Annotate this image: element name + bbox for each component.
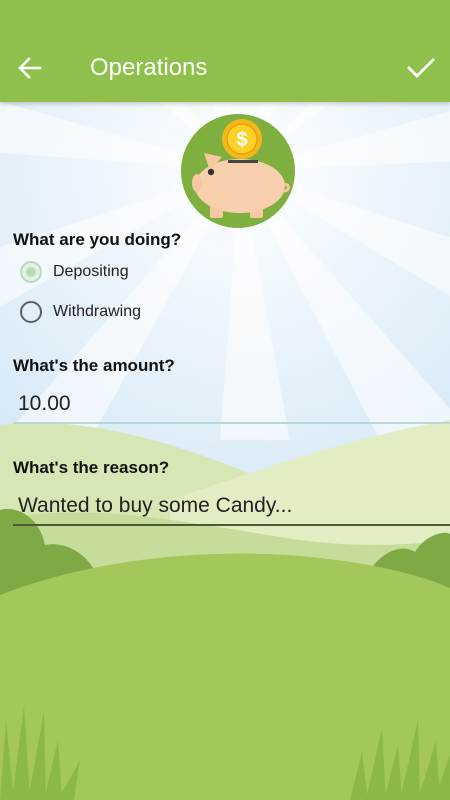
- amount-question: What's the amount?: [13, 356, 175, 375]
- app-bar: Operations: [0, 0, 450, 102]
- reason-input-underline: [13, 524, 450, 526]
- radio-checked-icon[interactable]: [20, 261, 42, 283]
- radio-depositing[interactable]: Depositing: [20, 259, 129, 285]
- piggy-bank-coin-icon: $: [181, 114, 295, 228]
- arrow-left-icon: [18, 57, 42, 79]
- check-icon: [407, 58, 435, 78]
- radio-withdrawing[interactable]: Withdrawing: [20, 299, 141, 325]
- radio-unchecked-icon[interactable]: [20, 301, 42, 323]
- confirm-button[interactable]: [404, 52, 438, 84]
- radio-label-depositing: Depositing: [53, 263, 129, 280]
- page-title: Operations: [90, 54, 208, 81]
- coin-symbol: $: [236, 129, 247, 151]
- operation-question: What are you doing?: [13, 230, 182, 249]
- reason-input[interactable]: [13, 486, 450, 526]
- back-button[interactable]: [14, 52, 46, 84]
- radio-label-withdrawing: Withdrawing: [53, 303, 142, 320]
- amount-input[interactable]: [13, 384, 450, 424]
- reason-question: What's the reason?: [13, 458, 170, 477]
- operation-form: $ What are you doing? Depositing Withdra…: [0, 102, 450, 800]
- amount-input-underline: [13, 422, 450, 424]
